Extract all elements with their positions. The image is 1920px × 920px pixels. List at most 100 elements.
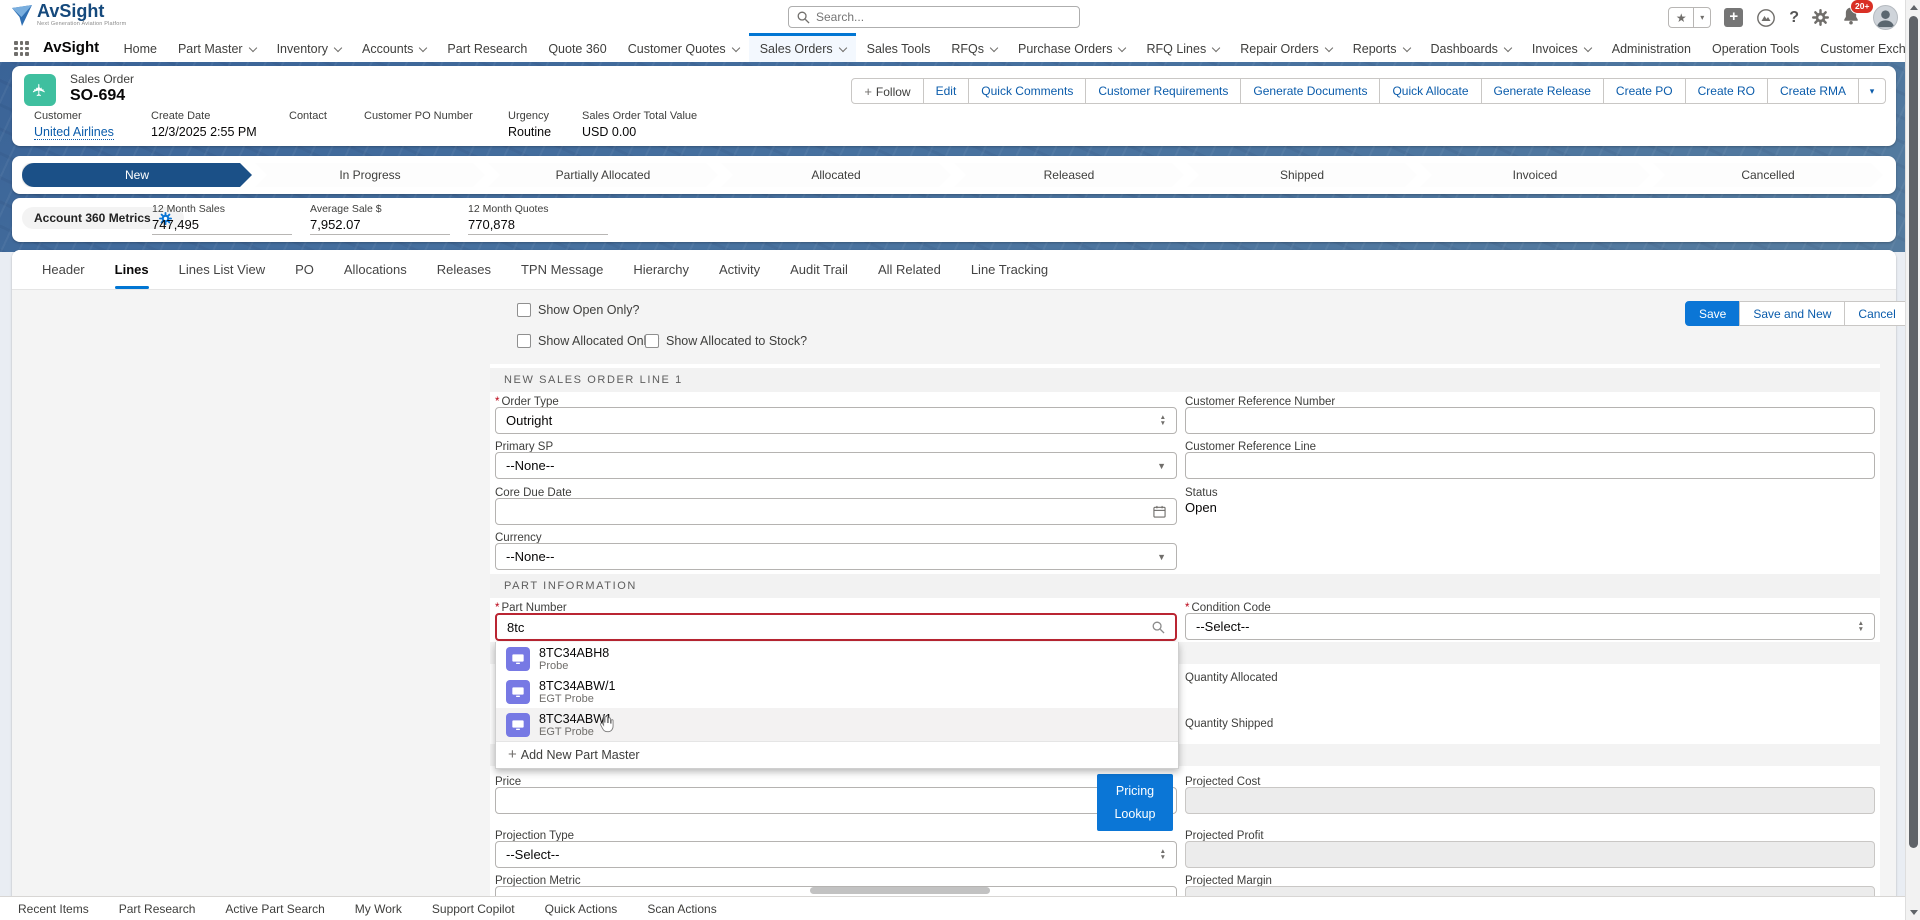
cancel-button[interactable]: Cancel xyxy=(1844,301,1909,326)
scrollbar-up-arrow[interactable] xyxy=(1910,5,1918,10)
currency-dropdown[interactable]: --None-- ▼ xyxy=(495,543,1177,570)
nav-tab[interactable]: RFQ Lines xyxy=(1136,33,1230,62)
pricing-lookup-button[interactable]: Pricing Lookup xyxy=(1097,774,1173,831)
utility-bar-item[interactable]: Recent Items xyxy=(18,902,89,916)
favorites-caret-icon[interactable]: ▾ xyxy=(1694,7,1711,28)
condition-code-select[interactable]: --Select-- ▲▼ xyxy=(1185,613,1875,640)
follow-button[interactable]: +Follow xyxy=(851,78,923,104)
guidance-center-icon[interactable] xyxy=(1756,8,1776,28)
record-tab[interactable]: Releases xyxy=(437,250,491,289)
search-input[interactable] xyxy=(816,10,1056,24)
record-tab[interactable]: TPN Message xyxy=(521,250,603,289)
add-new-part-master-option[interactable]: + Add New Part Master xyxy=(496,741,1178,767)
core-due-date-input[interactable] xyxy=(495,498,1177,525)
record-action-button[interactable]: Create PO xyxy=(1603,78,1686,104)
nav-tab[interactable]: Part Research xyxy=(437,33,538,62)
nav-tab[interactable]: Customer Exchange Summaries xyxy=(1810,33,1920,62)
vertical-scrollbar[interactable] xyxy=(1905,0,1920,920)
nav-tab[interactable]: Sales Tools xyxy=(856,33,941,62)
record-tab[interactable]: Lines List View xyxy=(179,250,265,289)
record-header-card: ✈ Sales Order SO-694 +Follow EditQuick C… xyxy=(12,66,1896,146)
sales-order-icon: ✈ xyxy=(24,74,56,106)
nav-tab[interactable]: Quote 360 xyxy=(538,33,617,62)
utility-bar-item[interactable]: Active Part Search xyxy=(225,902,324,916)
path-stage[interactable]: Shipped xyxy=(1187,163,1417,187)
app-launcher-icon[interactable] xyxy=(14,41,29,57)
part-result-item[interactable]: 8TC34ABW/1 EGT Probe xyxy=(496,675,1178,708)
nav-tab[interactable]: Part Master xyxy=(167,33,266,62)
utility-bar-item[interactable]: Quick Actions xyxy=(545,902,618,916)
save-button[interactable]: Save xyxy=(1685,301,1740,326)
order-type-select[interactable]: Outright ▲▼ xyxy=(495,407,1177,434)
save-and-new-button[interactable]: Save and New xyxy=(1739,301,1845,326)
record-tab[interactable]: Audit Trail xyxy=(790,250,848,289)
record-action-button[interactable]: Generate Documents xyxy=(1240,78,1380,104)
show-allocated-only-checkbox[interactable] xyxy=(517,334,531,348)
calendar-icon[interactable] xyxy=(1153,505,1166,518)
part-number-input[interactable] xyxy=(507,620,1137,635)
show-allocated-to-stock-checkbox[interactable] xyxy=(645,334,659,348)
path-stage[interactable]: In Progress xyxy=(255,163,485,187)
path-stage[interactable]: Cancelled xyxy=(1653,163,1883,187)
record-tab[interactable]: Header xyxy=(42,250,85,289)
brand-tagline: Next Generation Aviation Platform xyxy=(37,21,126,27)
record-action-button[interactable]: Quick Allocate xyxy=(1379,78,1481,104)
scrollbar-down-arrow[interactable] xyxy=(1910,910,1918,915)
nav-tab[interactable]: Customer Quotes xyxy=(617,33,749,62)
customer-reference-number-input[interactable] xyxy=(1185,407,1875,434)
show-open-only-checkbox[interactable] xyxy=(517,303,531,317)
vertical-scrollbar-thumb[interactable] xyxy=(1909,16,1918,848)
nav-tab[interactable]: Dashboards xyxy=(1420,33,1521,62)
record-action-button[interactable]: Generate Release xyxy=(1481,78,1604,104)
record-tab[interactable]: Lines xyxy=(115,250,149,289)
record-action-button[interactable]: Quick Comments xyxy=(968,78,1086,104)
nav-tab[interactable]: Reports xyxy=(1342,33,1420,62)
nav-tab[interactable]: Sales Orders xyxy=(749,33,856,62)
global-search[interactable] xyxy=(788,6,1080,28)
setup-gear-icon[interactable] xyxy=(1812,9,1829,26)
nav-tab[interactable]: Home xyxy=(113,33,167,62)
chevron-down-icon xyxy=(990,43,998,51)
path-stage[interactable]: New xyxy=(22,163,252,187)
favorites-star-icon[interactable]: ★ xyxy=(1668,7,1694,28)
path-stage[interactable]: Allocated xyxy=(721,163,951,187)
primary-sp-dropdown[interactable]: --None-- ▼ xyxy=(495,452,1177,479)
record-action-button[interactable]: Customer Requirements xyxy=(1085,78,1241,104)
record-tab[interactable]: Allocations xyxy=(344,250,407,289)
horizontal-scrollbar-thumb[interactable] xyxy=(810,887,990,894)
nav-tab[interactable]: Operation Tools xyxy=(1701,33,1809,62)
utility-bar-item[interactable]: Part Research xyxy=(119,902,196,916)
path-stage[interactable]: Invoiced xyxy=(1420,163,1650,187)
nav-tab[interactable]: Accounts xyxy=(352,33,437,62)
user-avatar[interactable] xyxy=(1873,5,1898,30)
projection-type-select[interactable]: --Select-- ▲▼ xyxy=(495,841,1177,868)
utility-bar-item[interactable]: My Work xyxy=(355,902,402,916)
part-result-item[interactable]: 8TC34ABH8 Probe xyxy=(496,642,1178,675)
price-input[interactable] xyxy=(495,787,1177,814)
show-open-only-label: Show Open Only? xyxy=(538,303,639,317)
utility-bar-item[interactable]: Support Copilot xyxy=(432,902,515,916)
nav-tab[interactable]: Purchase Orders xyxy=(1007,33,1135,62)
record-tab[interactable]: Hierarchy xyxy=(633,250,689,289)
record-action-button[interactable]: Create RO xyxy=(1685,78,1768,104)
path-stage[interactable]: Partially Allocated xyxy=(488,163,718,187)
nav-tab[interactable]: Administration xyxy=(1601,33,1701,62)
detail-value[interactable]: United Airlines xyxy=(34,125,114,140)
help-icon[interactable]: ? xyxy=(1789,9,1799,27)
record-action-button[interactable]: Edit xyxy=(923,78,970,104)
utility-bar-item[interactable]: Scan Actions xyxy=(647,902,716,916)
record-tab[interactable]: Activity xyxy=(719,250,760,289)
metric-label: 12 Month Sales xyxy=(152,203,310,215)
quick-create-icon[interactable]: + xyxy=(1724,8,1743,27)
record-action-button[interactable]: Create RMA xyxy=(1767,78,1859,104)
record-tab[interactable]: PO xyxy=(295,250,314,289)
nav-tab[interactable]: RFQs xyxy=(941,33,1008,62)
nav-tab[interactable]: Invoices xyxy=(1521,33,1601,62)
more-actions-caret-button[interactable]: ▾ xyxy=(1858,78,1886,104)
record-tab[interactable]: All Related xyxy=(878,250,941,289)
path-stage[interactable]: Released xyxy=(954,163,1184,187)
nav-tab[interactable]: Repair Orders xyxy=(1230,33,1343,62)
record-tab[interactable]: Line Tracking xyxy=(971,250,1048,289)
customer-reference-line-input[interactable] xyxy=(1185,452,1875,479)
nav-tab[interactable]: Inventory xyxy=(266,33,351,62)
